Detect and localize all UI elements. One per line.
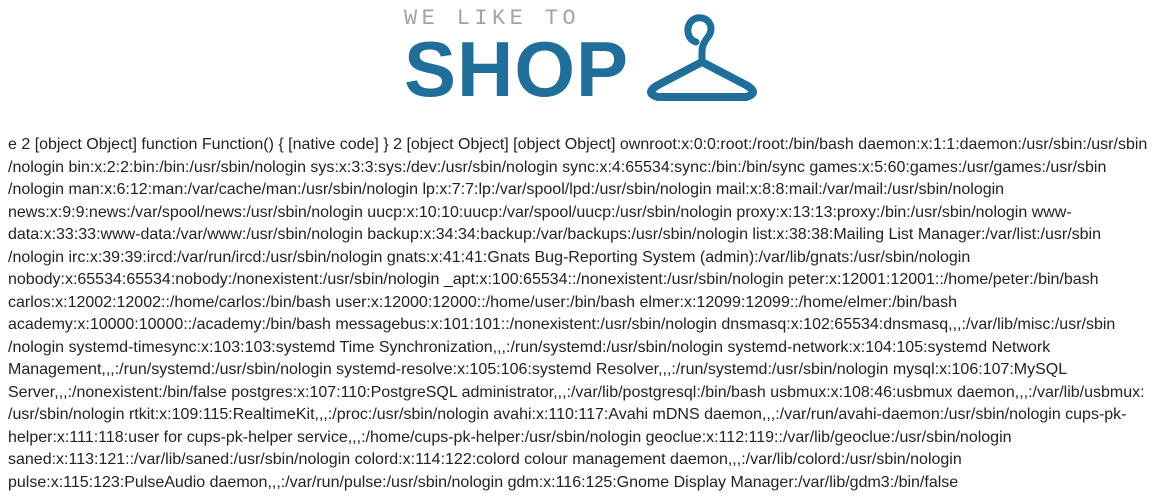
command-output-text: e 2 [object Object] function Function() … [8, 136, 1148, 491]
site-logo[interactable]: WE LIKE TO SHOP [404, 6, 764, 113]
hanger-icon [647, 14, 757, 101]
logo-wordmark: SHOP [404, 25, 630, 113]
